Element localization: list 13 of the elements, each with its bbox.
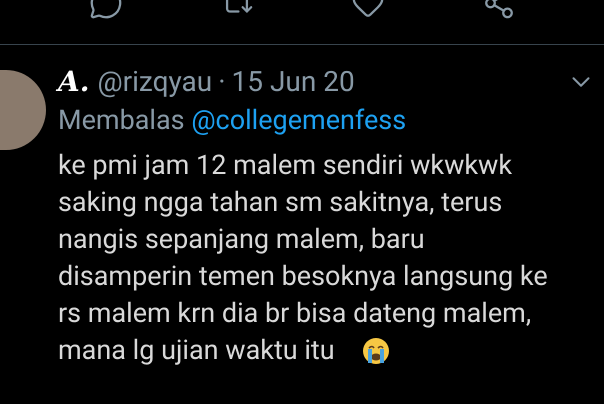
tweet-text-line: saking ngga tahan sm sakitnya, terus	[58, 185, 502, 220]
tweet-date: 15 Jun 20	[232, 65, 355, 99]
reply-label: Membalas	[58, 104, 185, 136]
tweet-text-line: disamperin temen besoknya langsung ke	[58, 259, 548, 294]
user-handle: @rizqyau	[97, 65, 212, 99]
display-name: A.	[58, 65, 90, 99]
tweet-text-line: ke pmi jam 12 malem sendiri wkwkwk	[58, 148, 512, 183]
separator: ·	[218, 65, 226, 99]
mention-link[interactable]: @collegemenfess	[191, 104, 406, 136]
crying-face-icon	[362, 336, 390, 364]
tweet-text-line: nangis sepanjang malem, baru	[58, 222, 425, 257]
tweet-text-line: rs malem krn dia br bisa dateng malem,	[58, 296, 532, 331]
tweet-text-line: mana lg ujian waktu itu	[58, 333, 335, 368]
